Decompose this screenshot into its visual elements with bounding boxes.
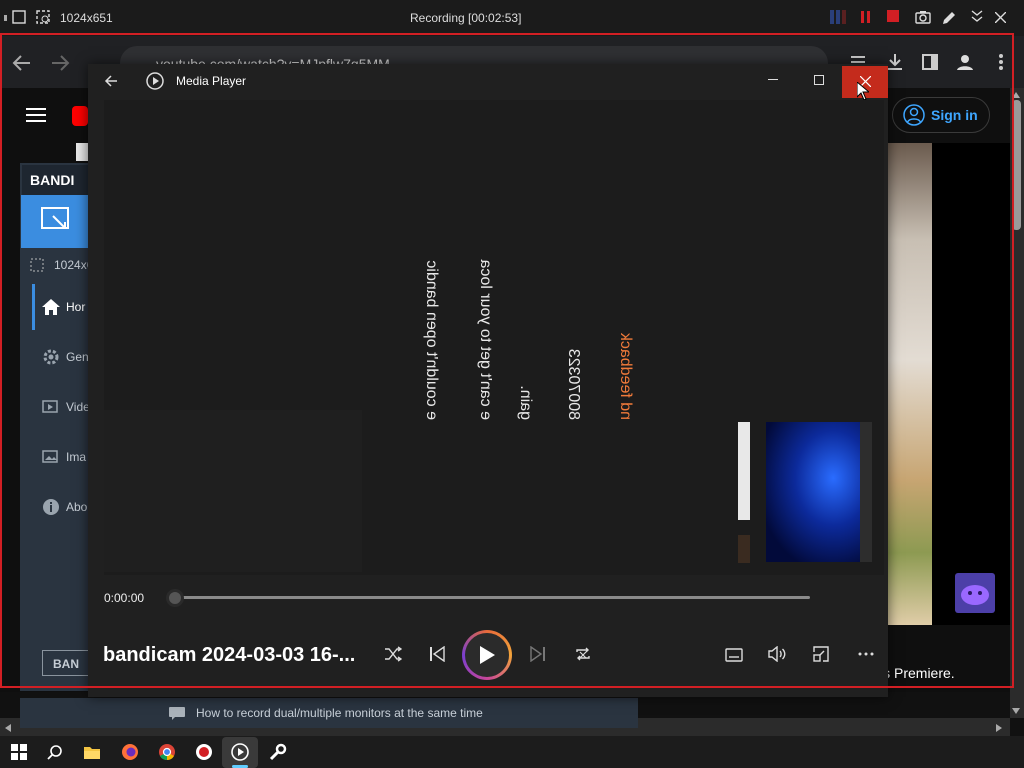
bandicam-nav-image[interactable]: Ima <box>32 432 90 482</box>
bandicam-nav-general[interactable]: Gen <box>32 332 90 382</box>
home-icon <box>42 299 60 315</box>
nav-label: Gen <box>66 350 89 364</box>
video-text-line: gain. <box>517 385 534 420</box>
shuffle-icon[interactable] <box>384 646 402 662</box>
nav-label: Vide <box>66 400 90 414</box>
gear-icon <box>43 349 59 365</box>
recorder-toolbar: 1024x651 Recording [00:02:53] <box>0 0 1024 36</box>
region-mode-icon[interactable] <box>36 10 52 26</box>
info-icon <box>43 499 59 515</box>
channel-avatar[interactable] <box>955 573 995 613</box>
back-arrow-icon[interactable] <box>104 74 118 88</box>
video-text-line: e can't get to your loca <box>477 259 494 420</box>
video-strip-dark <box>860 422 872 562</box>
minimize-icon[interactable] <box>768 79 778 81</box>
audio-meter-icon <box>830 10 848 24</box>
menu-dot-icon[interactable] <box>4 15 8 21</box>
scroll-up-arrow-icon[interactable] <box>1012 92 1020 98</box>
record-app-icon[interactable] <box>192 740 216 764</box>
video-strip-light <box>738 422 750 520</box>
scroll-right-arrow-icon[interactable] <box>996 724 1002 732</box>
chrome-icon[interactable] <box>155 740 179 764</box>
youtube-logo-icon[interactable] <box>72 106 88 126</box>
region-select-icon[interactable] <box>30 258 44 272</box>
media-player-icon[interactable] <box>228 740 252 764</box>
previous-track-icon[interactable] <box>429 646 445 662</box>
image-icon <box>42 450 58 463</box>
next-track-icon[interactable] <box>530 646 546 662</box>
sign-in-button[interactable]: Sign in <box>892 97 990 133</box>
back-arrow-icon[interactable] <box>12 54 32 72</box>
screen-select-icon <box>41 207 69 229</box>
current-time: 0:00:00 <box>104 591 145 605</box>
volume-icon[interactable] <box>768 646 786 662</box>
firefox-icon[interactable] <box>118 740 142 764</box>
bandicam-nav-home[interactable]: Hor <box>32 282 90 332</box>
close-recorder-icon[interactable] <box>995 12 1006 23</box>
screen-select-button[interactable] <box>21 195 90 248</box>
scroll-down-arrow-icon[interactable] <box>1012 708 1020 714</box>
video-dark-region <box>104 410 362 572</box>
play-icon <box>480 646 495 664</box>
account-icon <box>903 104 925 126</box>
nav-label: Hor <box>66 300 86 314</box>
more-options-icon[interactable] <box>858 652 874 656</box>
recording-status: Recording [00:02:53] <box>410 11 522 25</box>
mini-player-icon[interactable] <box>813 646 829 662</box>
draw-pencil-icon[interactable] <box>941 10 957 26</box>
video-strip-small <box>738 535 750 563</box>
bandicam-logo: BANDI <box>22 165 90 195</box>
download-icon[interactable] <box>886 53 904 71</box>
sign-in-label: Sign in <box>931 107 978 123</box>
media-player-logo-icon <box>146 72 164 90</box>
maximize-icon[interactable] <box>814 75 824 85</box>
video-side-area <box>932 143 1010 625</box>
video-text-line: nd feedback <box>617 332 634 420</box>
seek-bar[interactable] <box>174 596 810 599</box>
media-file-name: bandicam 2024-03-03 16-... <box>103 644 356 666</box>
bandicam-nav-video[interactable]: Vide <box>32 382 90 432</box>
play-button[interactable] <box>462 630 512 680</box>
video-caption-text: is Premiere. <box>880 665 955 681</box>
profile-icon[interactable] <box>956 53 974 71</box>
bandicam-bottom-button[interactable]: BAN <box>42 650 90 676</box>
captions-icon[interactable] <box>725 648 743 662</box>
media-player-titlebar: Media Player <box>88 64 888 98</box>
scroll-left-arrow-icon[interactable] <box>5 724 11 732</box>
nav-label: Ima <box>66 450 87 464</box>
nav-label: Abo <box>66 500 88 514</box>
video-icon <box>42 400 58 413</box>
bandicam-nav-about[interactable]: Abo <box>32 482 90 532</box>
windows-taskbar <box>0 736 1024 768</box>
bandicam-tip-text: How to record dual/multiple monitors at … <box>196 706 483 720</box>
windows-start-icon[interactable] <box>7 740 31 764</box>
forward-arrow-icon[interactable] <box>50 54 70 72</box>
file-explorer-icon[interactable] <box>80 740 104 764</box>
screenshot-camera-icon[interactable] <box>915 10 931 24</box>
bandicam-tip-bar[interactable]: How to record dual/multiple monitors at … <box>20 698 638 728</box>
pause-icon[interactable] <box>860 10 872 24</box>
chat-icon <box>169 707 185 720</box>
video-thumbnail-food[interactable] <box>888 143 932 625</box>
settings-tool-icon[interactable] <box>266 740 290 764</box>
seek-handle[interactable] <box>166 589 184 607</box>
page-scrollbar-thumb[interactable] <box>1012 100 1021 230</box>
stop-icon[interactable] <box>887 10 899 22</box>
browser-menu-icon[interactable] <box>998 53 1004 71</box>
fullscreen-mode-icon[interactable] <box>12 10 26 24</box>
recording-resolution: 1024x651 <box>60 11 113 25</box>
repeat-icon[interactable] <box>574 646 592 662</box>
side-panel-icon[interactable] <box>922 54 938 70</box>
mouse-cursor-icon <box>857 82 869 100</box>
media-player-title: Media Player <box>176 74 247 88</box>
video-desktop-wallpaper <box>766 422 862 562</box>
video-text-line: e couldn't open bandic <box>423 260 440 420</box>
collapse-chevron-icon[interactable] <box>970 10 984 22</box>
video-text-line: 80070323 <box>565 348 582 420</box>
search-icon[interactable] <box>43 740 67 764</box>
hamburger-menu-icon[interactable] <box>26 107 46 123</box>
video-player-edge <box>76 143 88 161</box>
